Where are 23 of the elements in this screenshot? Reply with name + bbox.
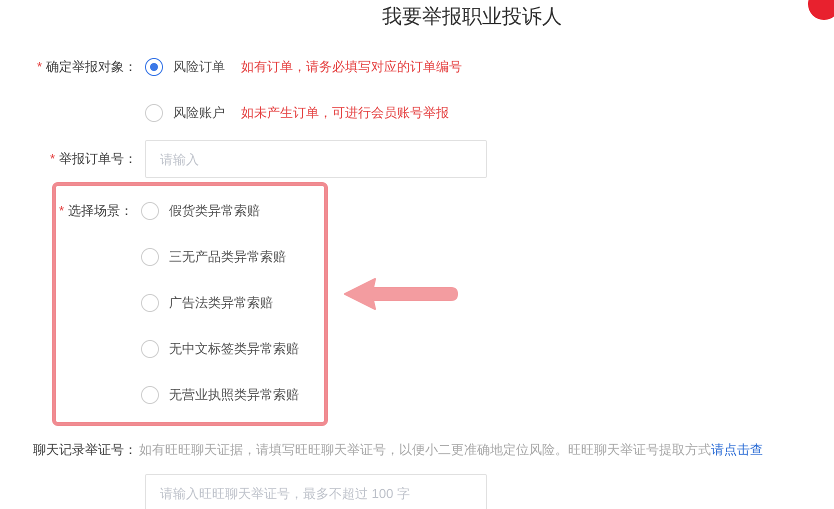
hint-text: 如有旺旺聊天证据，请填写旺旺聊天举证号，以便小二更准确地定位风险。旺旺聊天举证号提取方式 <box>139 441 711 460</box>
hint-text: 如未产生订单，可进行会员账号举报 <box>241 104 449 122</box>
option-label: 风险账户 <box>173 104 225 122</box>
field-label: 举报订单号： <box>59 151 137 166</box>
option-label: 无中文标签类异常索赔 <box>169 340 299 358</box>
field-label: 聊天记录举证号： <box>33 442 137 458</box>
option-label: 假货类异常索赔 <box>169 202 260 220</box>
page-title: 我要举报职业投诉人 <box>382 6 562 28</box>
field-label: 确定举报对象： <box>46 59 137 74</box>
required-mark: * <box>36 59 42 74</box>
input-field[interactable]: 请输入旺旺聊天举证号，最多不超过 100 字 <box>145 474 487 509</box>
hint-text: 如有订单，请务必填写对应的订单编号 <box>241 58 462 76</box>
option-label: 三无产品类异常索赔 <box>169 248 286 266</box>
option-label: 广告法类异常索赔 <box>169 294 273 312</box>
radio-button[interactable] <box>145 58 163 76</box>
required-mark: * <box>50 151 55 166</box>
required-mark: * <box>58 203 64 218</box>
input-field[interactable]: 请输入 <box>145 140 487 178</box>
view-link[interactable]: 请点击查 <box>711 440 763 460</box>
option-label: 风险订单 <box>173 58 225 76</box>
arrow-icon <box>344 278 458 310</box>
option-label: 无营业执照类异常索赔 <box>169 386 299 404</box>
field-label: 选择场景： <box>68 203 133 218</box>
